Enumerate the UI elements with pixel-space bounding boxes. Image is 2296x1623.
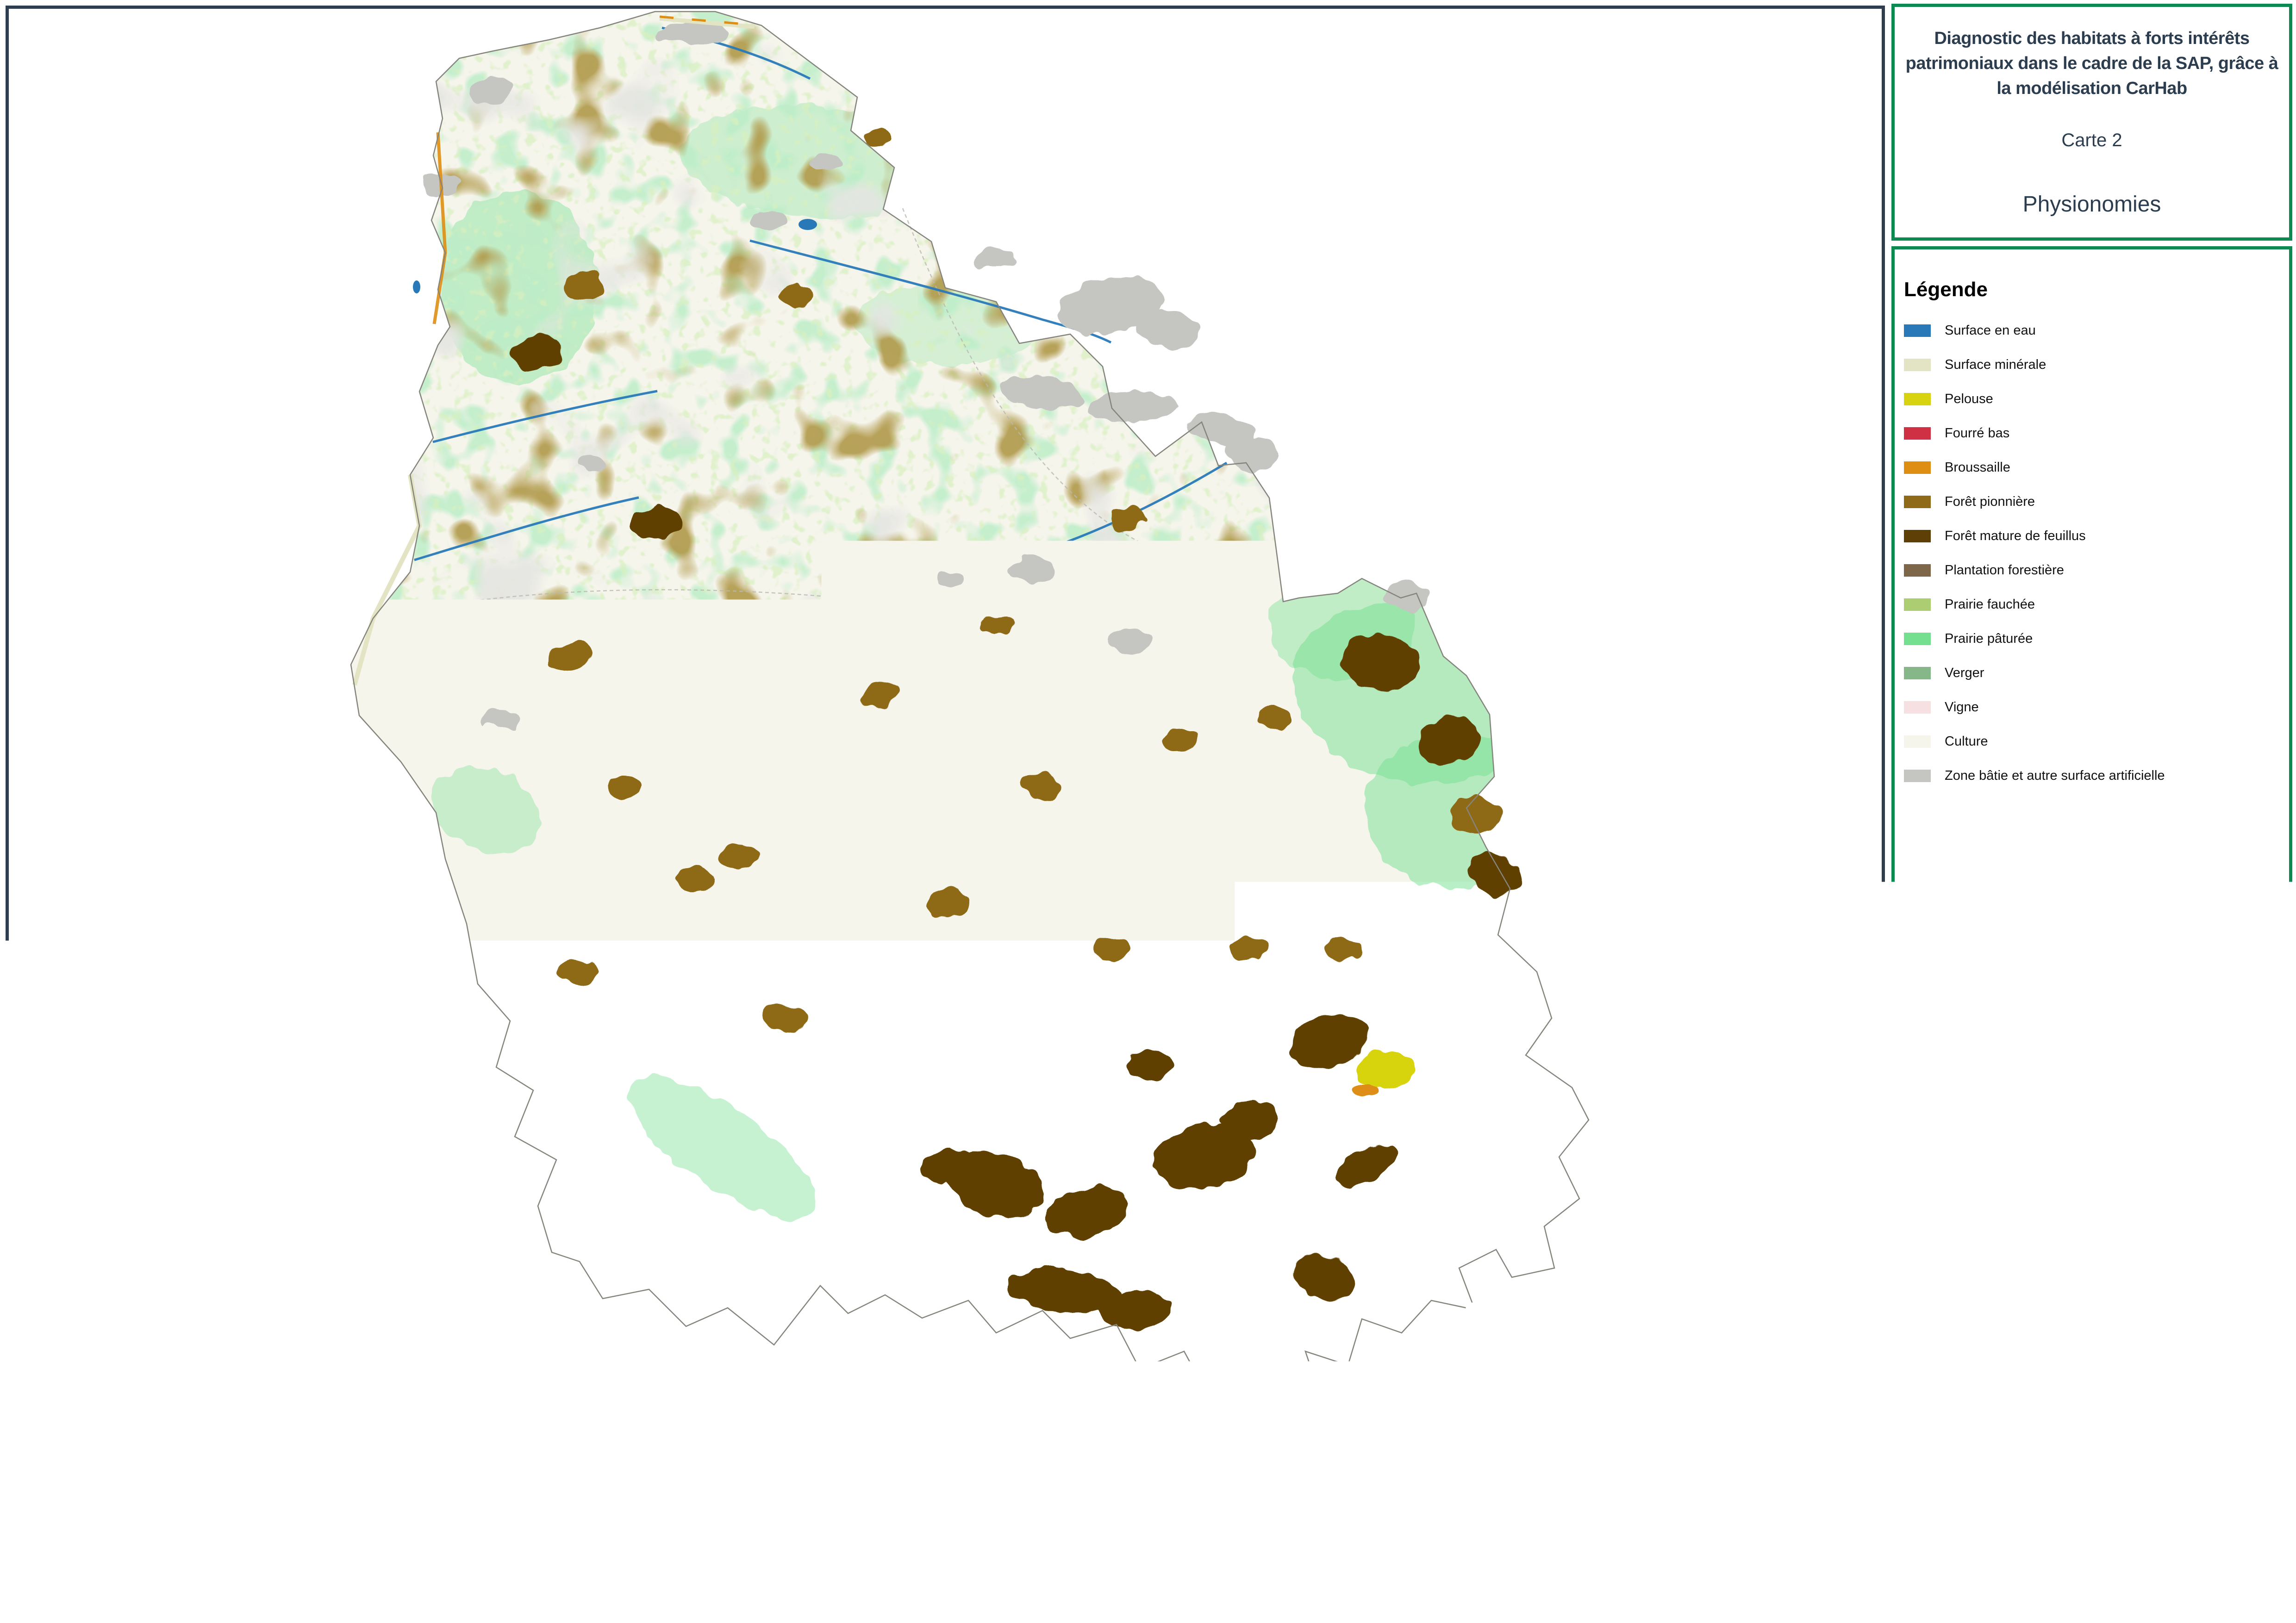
legend-swatch (1904, 770, 1931, 782)
legend-swatch (1904, 564, 1931, 577)
legend-item: Surface minérale (1904, 348, 2289, 382)
copyright-line2: Copie et reproduction interdites, le 06-… (1924, 1464, 2289, 1480)
cbn-wordmark: cbn (1900, 1530, 2016, 1570)
legend-swatch (1904, 461, 1931, 474)
page: Diagnostic des habitats à forts intérêts… (0, 0, 2296, 1623)
legend-item: Zone bâtie et autre surface artificielle (1904, 759, 2289, 793)
prefet-logo: PRÉFET DE LA RÉGION HAUTS-DE-FRANCE Libe… (2033, 1530, 2153, 1623)
legend-swatch (1904, 598, 1931, 611)
legend-item: Verger (1904, 656, 2289, 690)
legend-label: Fourré bas (1945, 426, 2009, 441)
page-title: Diagnostic des habitats à forts intérêts… (1905, 26, 2278, 101)
cbn-subtitle: CONSERVATOIRE BOTANIQUE NATIONAL BAILLEU… (1900, 1577, 2016, 1609)
cbn-logo: cbn CONSERVATOIRE BOTANIQUE NATIONAL BAI… (1897, 1530, 2016, 1609)
legend-label: Forêt pionnière (1945, 494, 2035, 510)
legend-swatch (1904, 393, 1931, 405)
copyright-text: © CarHab, DIGITALE - SIG, BFP - CBN de B… (1924, 1434, 2289, 1480)
scale-tick-0: 0 (1972, 1373, 1981, 1391)
comment-panel: Commentaire La carte met en évidence les… (6, 1428, 1884, 1619)
legend-item: Surface en eau (1904, 313, 2289, 348)
title-panel: Diagnostic des habitats à forts intérêts… (1891, 4, 2292, 241)
legend-item: Prairie pâturée (1904, 622, 2289, 656)
north-arrow-icon: N (1901, 1362, 1946, 1421)
french-flag-icon (2033, 1530, 2066, 1552)
scale-panel: N 0 18 36 km (1891, 1356, 2292, 1426)
pilotage-text: Pilotage du projet : CBN de Bailleul et … (1900, 1512, 2284, 1526)
prefet-motto: Liberté Égalité Fraternité (2033, 1604, 2153, 1623)
legend-panel: Légende Surface en eau Surface minérale … (1891, 246, 2292, 1356)
legend-swatch (1904, 324, 1931, 337)
legend-swatch (1904, 359, 1931, 371)
france-nation-verte-logo: FRANCE NATION VERTE ❯ Agir · Mobiliser ·… (2171, 1530, 2286, 1604)
legend-label: Surface minérale (1945, 357, 2046, 373)
data-source-note: Les données flore et végétation exploité… (1903, 1315, 2284, 1349)
comment-paragraph-2: Cette carte a été produite à partir de l… (29, 1540, 1860, 1557)
legend-swatch (1904, 735, 1931, 748)
legend-item: Vigne (1904, 690, 2289, 724)
legend-items: Surface en eau Surface minérale Pelouse … (1904, 313, 2289, 793)
legend-swatch (1904, 701, 1931, 714)
legend-swatch (1904, 530, 1931, 542)
partner-logos: cbn CONSERVATOIRE BOTANIQUE NATIONAL BAI… (1897, 1530, 2286, 1613)
scale-bar (1976, 1398, 2098, 1412)
map-canvas (9, 9, 1882, 1415)
legend-item: Broussaille (1904, 450, 2289, 485)
landcover-texture (9, 9, 1882, 1415)
scale-tick-18: 18 (2028, 1373, 2046, 1391)
scale-bar-segment-filled (1977, 1399, 2036, 1411)
legend-label: Culture (1945, 734, 1988, 749)
copyright-row: © CarHab, DIGITALE - SIG, BFP - CBN de B… (1899, 1434, 2289, 1480)
legend-item: Culture (1904, 724, 2289, 759)
copyright-line1: © CarHab, DIGITALE - SIG, BFP - CBN de B… (1924, 1434, 2289, 1464)
legend-label: Vigne (1945, 700, 1979, 715)
legend-item: Prairie fauchée (1904, 587, 2289, 622)
comment-heading: Commentaire (29, 1443, 1881, 1459)
legend-item: Fourré bas (1904, 416, 2289, 450)
legend-label: Plantation forestière (1945, 563, 2064, 578)
map-frame (6, 6, 1885, 1418)
legend-label: Forêt mature de feuillus (1945, 529, 2086, 544)
legend-item: Forêt mature de feuillus (1904, 519, 2289, 553)
legend-label: Pelouse (1945, 392, 1993, 407)
fnv-tagline: Agir · Mobiliser · Accélérer (2171, 1594, 2286, 1604)
legend-label: Prairie fauchée (1945, 597, 2035, 612)
legend-item: Forêt pionnière (1904, 485, 2289, 519)
chevron-right-icon: ❯ (2243, 1569, 2259, 1589)
svg-text:N: N (1919, 1362, 1928, 1376)
legend-label: Verger (1945, 665, 1984, 681)
comment-paragraph-1: La carte met en évidence les types de ph… (29, 1474, 1860, 1526)
legend-item: Plantation forestière (1904, 553, 2289, 587)
credits-panel: © CarHab, DIGITALE - SIG, BFP - CBN de B… (1891, 1426, 2292, 1619)
legend-item: Pelouse (1904, 382, 2289, 416)
qgis-logo-icon (1899, 1434, 1919, 1454)
scale-bar-segment-empty (2036, 1399, 2097, 1411)
map-number: Carte 2 (1895, 130, 2289, 151)
scale-tick-36km: 36 km (2087, 1373, 2130, 1391)
legend-swatch (1904, 496, 1931, 508)
legend-swatch (1904, 667, 1931, 679)
legend-title: Légende (1904, 278, 2289, 301)
legend-label: Zone bâtie et autre surface artificielle (1945, 768, 2165, 784)
legend-label: Surface en eau (1945, 323, 2036, 338)
fnv-verte-line: VERTE ❯ (2171, 1569, 2286, 1589)
map-subject: Physionomies (1895, 192, 2289, 217)
legend-swatch (1904, 633, 1931, 645)
legend-label: Broussaille (1945, 460, 2010, 475)
legend-label: Prairie pâturée (1945, 631, 2033, 647)
prefet-title: PRÉFET DE LA RÉGION HAUTS-DE-FRANCE (2033, 1555, 2153, 1599)
legend-swatch (1904, 427, 1931, 440)
